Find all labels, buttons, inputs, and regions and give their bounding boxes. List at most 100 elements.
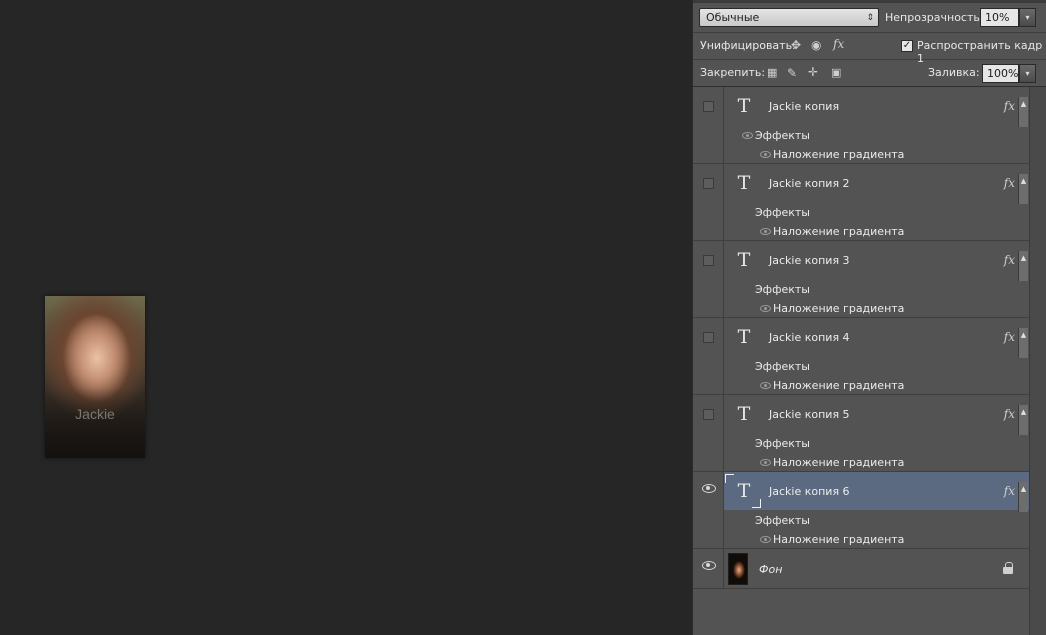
fill-label: Заливка: [928, 66, 980, 79]
text-layer-icon: T [737, 403, 751, 425]
fx-icon[interactable]: fx [1004, 407, 1015, 421]
blend-opacity-row: Обычные ⇕ Непрозрачность: 10% ▾ [693, 0, 1046, 33]
gradient-visibility-icon[interactable] [760, 151, 771, 158]
layer-visibility-toggle[interactable] [693, 395, 724, 472]
unify-row: Унифицировать: ✥ ◉ fx ✓ Распространить к… [693, 33, 1046, 65]
lock-brush-icon[interactable]: ✎ [787, 66, 797, 80]
expand-effects-icon[interactable]: ▲ [1018, 251, 1028, 281]
layer-row[interactable]: T Jackie копия 2 fx ▲ Эффекты Наложение … [693, 164, 1029, 241]
effects-label: Эффекты [755, 206, 810, 219]
background-thumbnail [728, 553, 748, 585]
background-layer-name: Фон [759, 563, 783, 576]
lock-transparent-icon[interactable]: ▦ [767, 66, 777, 80]
text-layer-icon: T [737, 249, 751, 271]
opacity-input[interactable]: 10% [980, 8, 1019, 27]
lock-icon [1003, 562, 1013, 574]
gradient-overlay-label: Наложение градиента [773, 533, 905, 546]
hidden-box-icon[interactable] [703, 332, 714, 343]
layer-name: Jackie копия [769, 100, 840, 113]
opacity-dropdown-icon[interactable]: ▾ [1019, 8, 1036, 27]
layer-name: Jackie копия 5 [769, 408, 850, 421]
blend-mode-select[interactable]: Обычные ⇕ [699, 8, 879, 27]
expand-effects-icon[interactable]: ▲ [1018, 97, 1028, 127]
fx-icon[interactable]: fx [1004, 484, 1015, 498]
text-layer-icon: T [737, 95, 751, 117]
lock-row: Закрепить: ▦ ✎ ✛ ▣ Заливка: 100% ▾ [693, 60, 1046, 87]
effects-label: Эффекты [755, 437, 810, 450]
layer-visibility-toggle[interactable] [693, 472, 724, 549]
gradient-visibility-icon[interactable] [760, 305, 771, 312]
gradient-visibility-icon[interactable] [760, 536, 771, 543]
hidden-box-icon[interactable] [703, 178, 714, 189]
layer-row[interactable]: T Jackie копия 3 fx ▲ Эффекты Наложение … [693, 241, 1029, 318]
hidden-box-icon[interactable] [703, 409, 714, 420]
gradient-overlay-label: Наложение градиента [773, 302, 905, 315]
layer-visibility-toggle[interactable] [693, 87, 724, 164]
eye-icon[interactable] [702, 484, 716, 493]
fx-icon[interactable]: fx [1004, 176, 1015, 190]
expand-effects-icon[interactable]: ▲ [1018, 405, 1028, 435]
layers-scrollbar[interactable] [1029, 87, 1046, 635]
text-layer-icon: T [737, 326, 751, 348]
layer-row[interactable]: T Jackie копия 5 fx ▲ Эффекты Наложение … [693, 395, 1029, 472]
gradient-overlay-label: Наложение градиента [773, 456, 905, 469]
unify-visibility-icon[interactable]: ◉ [811, 38, 821, 52]
layer-visibility-toggle[interactable] [693, 549, 724, 589]
background-layer-row[interactable]: Фон [693, 549, 1029, 589]
unify-style-icon[interactable]: fx [833, 37, 844, 51]
layer-main[interactable]: T Jackie копия 6 fx ▲ [724, 472, 1029, 512]
fx-icon[interactable]: fx [1004, 330, 1015, 344]
hidden-box-icon[interactable] [703, 255, 714, 266]
effects-label: Эффекты [755, 514, 810, 527]
lock-label: Закрепить: [700, 66, 766, 79]
eye-icon[interactable] [702, 561, 716, 570]
layer-row[interactable]: T Jackie копия 6 fx ▲ Эффекты Наложение … [693, 472, 1029, 549]
image-thumbnail: Jackie [45, 296, 145, 458]
gradient-overlay-label: Наложение градиента [773, 379, 905, 392]
layer-row[interactable]: T Jackie копия 4 fx ▲ Эффекты Наложение … [693, 318, 1029, 395]
fx-icon[interactable]: fx [1004, 99, 1015, 113]
layer-visibility-toggle[interactable] [693, 318, 724, 395]
layer-name: Jackie копия 2 [769, 177, 850, 190]
layer-name: Jackie копия 6 [769, 485, 850, 498]
gradient-visibility-icon[interactable] [760, 382, 771, 389]
blend-arrows-icon: ⇕ [866, 13, 874, 23]
text-layer-icon: T [737, 480, 751, 502]
document-canvas[interactable]: Jackie [0, 0, 692, 635]
unify-position-icon[interactable]: ✥ [791, 38, 801, 52]
fill-input[interactable]: 100% [982, 64, 1019, 83]
opacity-label: Непрозрачность: [885, 11, 984, 24]
layer-main[interactable]: T Jackie копия 5 fx ▲ [724, 395, 1029, 435]
lock-move-icon[interactable]: ✛ [808, 65, 818, 79]
gradient-overlay-label: Наложение градиента [773, 225, 905, 238]
effects-label: Эффекты [755, 283, 810, 296]
propagate-checkbox[interactable]: ✓ [901, 40, 913, 52]
gradient-visibility-icon[interactable] [760, 459, 771, 466]
effects-label: Эффекты [755, 360, 810, 373]
layer-visibility-toggle[interactable] [693, 241, 724, 318]
effects-label: Эффекты [755, 129, 810, 142]
effects-visibility-icon[interactable] [742, 132, 753, 139]
text-layer-icon: T [737, 172, 751, 194]
lock-all-icon[interactable]: ▣ [831, 66, 841, 80]
layer-main[interactable]: T Jackie копия 3 fx ▲ [724, 241, 1029, 281]
hidden-box-icon[interactable] [703, 101, 714, 112]
fill-dropdown-icon[interactable]: ▾ [1019, 64, 1036, 83]
fx-icon[interactable]: fx [1004, 253, 1015, 267]
layer-list: T Jackie копия fx ▲ Эффекты Наложение гр… [693, 87, 1029, 635]
expand-effects-icon[interactable]: ▲ [1018, 482, 1028, 512]
layer-main[interactable]: T Jackie копия 4 fx ▲ [724, 318, 1029, 358]
layer-row[interactable]: T Jackie копия fx ▲ Эффекты Наложение гр… [693, 87, 1029, 164]
layer-visibility-toggle[interactable] [693, 164, 724, 241]
image-text: Jackie [75, 406, 115, 422]
layer-name: Jackie копия 3 [769, 254, 850, 267]
layer-name: Jackie копия 4 [769, 331, 850, 344]
expand-effects-icon[interactable]: ▲ [1018, 174, 1028, 204]
layer-main[interactable]: T Jackie копия 2 fx ▲ [724, 164, 1029, 204]
expand-effects-icon[interactable]: ▲ [1018, 328, 1028, 358]
layers-panel: Обычные ⇕ Непрозрачность: 10% ▾ Унифицир… [692, 0, 1046, 635]
layer-main[interactable]: T Jackie копия fx ▲ [724, 87, 1029, 127]
gradient-overlay-label: Наложение градиента [773, 148, 905, 161]
gradient-visibility-icon[interactable] [760, 228, 771, 235]
unify-label: Унифицировать: [700, 39, 796, 52]
